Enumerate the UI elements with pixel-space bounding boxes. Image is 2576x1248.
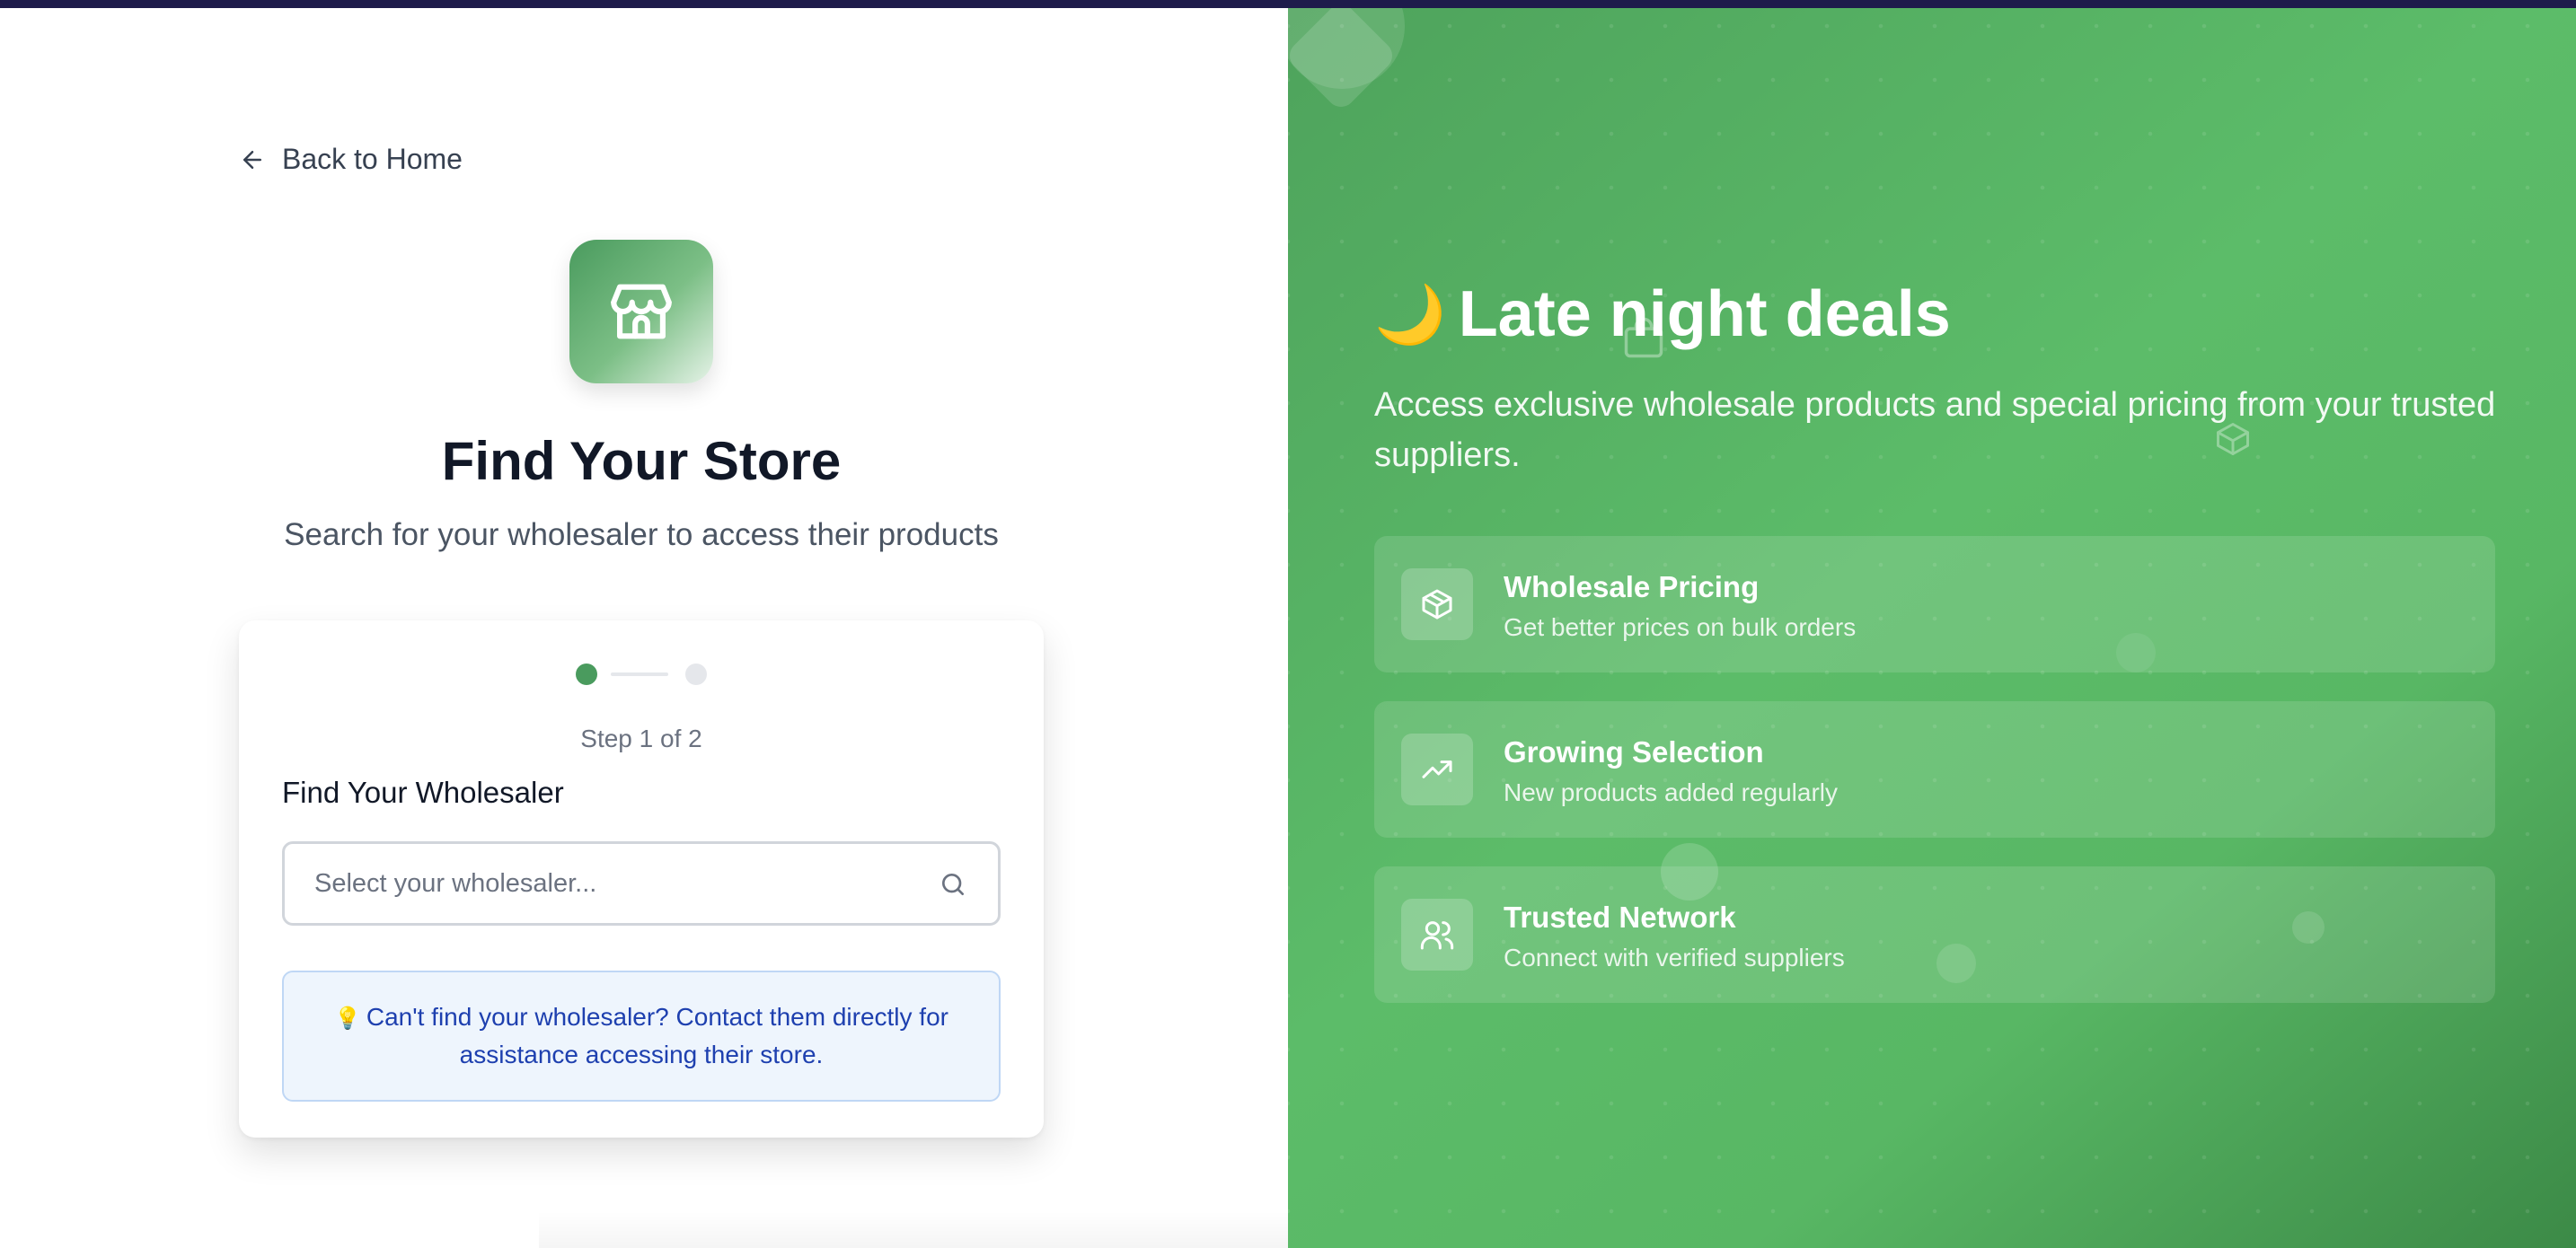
step-label: Step 1 of 2 xyxy=(580,725,702,752)
promo-title-text: Late night deals xyxy=(1458,278,1951,350)
feature-title: Growing Selection xyxy=(1504,735,1764,769)
step-indicator-inactive xyxy=(685,664,707,685)
help-notice: 💡 Can't find your wholesaler? Contact the… xyxy=(282,971,1001,1102)
promo-description: Access exclusive wholesale products and … xyxy=(1374,386,2496,474)
lightbulb-icon: 💡 xyxy=(334,1006,361,1031)
arrow-left-icon xyxy=(243,150,261,169)
feature-title: Wholesale Pricing xyxy=(1504,570,1760,603)
step-connector xyxy=(611,672,668,676)
users-icon xyxy=(1420,921,1454,950)
package-icon xyxy=(1422,589,1452,620)
feature-description: Connect with verified suppliers xyxy=(1504,944,1845,971)
top-strip xyxy=(0,0,2576,8)
bottom-shadow xyxy=(539,1211,1288,1248)
wholesaler-field-label: Find Your Wholesaler xyxy=(282,776,564,809)
store-finder-panel: Back to Home Find Your Store Search for … xyxy=(0,8,1288,1248)
wholesaler-select[interactable] xyxy=(282,841,1001,926)
feature-card-trusted-network: Trusted Network Connect with verified su… xyxy=(1374,866,2495,1003)
back-to-home-label: Back to Home xyxy=(282,143,463,175)
feature-title: Trusted Network xyxy=(1504,901,1736,934)
store-icon xyxy=(611,284,672,339)
step-indicator-active xyxy=(576,664,597,685)
help-notice-text: Can't find your wholesaler? Contact them… xyxy=(366,1003,948,1068)
promo-title: 🌙 Late night deals xyxy=(1374,277,1951,351)
promo-panel: 🌙 Late night deals Access exclusive whol… xyxy=(1288,8,2576,1248)
feature-description: Get better prices on bulk orders xyxy=(1504,613,1857,641)
back-to-home-link[interactable]: Back to Home xyxy=(239,143,463,176)
wholesaler-search-input[interactable] xyxy=(285,844,931,923)
page-subtitle: Search for your wholesaler to access the… xyxy=(284,517,999,552)
feature-description: New products added regularly xyxy=(1504,778,1838,806)
feature-card-wholesale-pricing: Wholesale Pricing Get better prices on b… xyxy=(1374,536,2495,672)
search-icon[interactable] xyxy=(939,870,967,899)
feature-card-growing-selection: Growing Selection New products added reg… xyxy=(1374,701,2495,838)
page-title: Find Your Store xyxy=(441,431,842,491)
moon-icon: 🌙 xyxy=(1374,281,1446,347)
store-logo xyxy=(569,240,713,383)
wholesaler-search-card: Step 1 of 2 Find Your Wholesaler 💡Can't … xyxy=(239,620,1044,1138)
trending-up-icon xyxy=(1422,760,1452,778)
